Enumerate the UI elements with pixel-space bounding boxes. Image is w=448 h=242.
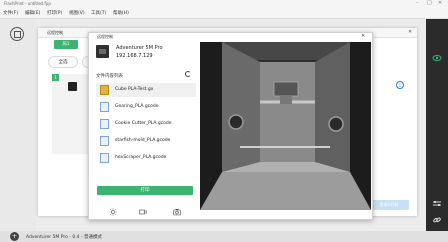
device-dialog-title: 远程控制 xyxy=(97,34,113,39)
select-all-button[interactable]: 全选 xyxy=(48,56,78,68)
file-list-item[interactable]: starfish-mold_PLA.gcode xyxy=(96,134,196,148)
menu-edit[interactable]: 编辑(E) xyxy=(25,10,40,16)
file-list-title: 文件内容列表 xyxy=(96,74,123,79)
file-list-item[interactable]: hexScraper_PLA.gcode xyxy=(96,151,196,165)
printer-thumbnail xyxy=(68,82,77,91)
device-info-pane: Adventurer 5M Pro 192.168.7.129 文件内容列表 C… xyxy=(89,41,200,219)
background-dialog-title: 远程控制 xyxy=(47,30,63,35)
file-name: starfish-mold_PLA.gcode xyxy=(115,138,171,143)
printer-index-badge: 1 xyxy=(52,74,59,81)
snapshot-icon[interactable] xyxy=(173,208,181,216)
maximize-icon[interactable]: □ xyxy=(427,0,432,6)
add-printer-icon[interactable]: + xyxy=(10,232,19,241)
dialog-close-icon[interactable]: ✕ xyxy=(361,33,365,39)
printer-ip: 192.168.7.129 xyxy=(116,53,153,59)
gcode-file-icon xyxy=(100,153,109,163)
menu-tools[interactable]: 工具(T) xyxy=(91,10,106,16)
status-text: Adventurer 5M Pro - 0.4 - 普通模式 xyxy=(26,235,102,240)
gcode-file-icon xyxy=(100,102,109,112)
status-bar: + Adventurer 5M Pro - 0.4 - 普通模式 xyxy=(0,231,448,242)
gcode-file-icon xyxy=(100,136,109,146)
tab-printer[interactable]: 局1 xyxy=(54,40,78,49)
device-dialog: 远程控制 ✕ Adventurer 5M Pro 192.168.7.129 文… xyxy=(88,32,373,220)
send-gcode-button[interactable]: 发送G代码 xyxy=(369,200,409,210)
file-list-item[interactable]: Cube PLA-Test.gx xyxy=(96,83,196,97)
file-name: Cookie Cutter_PLA.gcode xyxy=(115,121,172,126)
file-list-item[interactable]: Cookie Cutter_PLA.gcode xyxy=(96,117,196,131)
right-sidebar xyxy=(426,19,448,231)
camera-feed xyxy=(200,42,371,210)
file-name: Cube PLA-Test.gx xyxy=(115,87,154,92)
file-list-item[interactable]: Gearing_PLA.gcode xyxy=(96,100,196,114)
close-window-icon[interactable]: ✕ xyxy=(438,0,442,6)
left-toolbar xyxy=(0,19,36,231)
eye-icon[interactable] xyxy=(432,53,442,63)
cube-thumbnail-icon xyxy=(100,85,109,95)
minimize-icon[interactable]: – xyxy=(416,0,419,6)
menu-bar: 文件(F) 编辑(E) 打印(P) 视图(V) 工具(T) 帮助(H) xyxy=(0,8,448,19)
gcode-file-icon xyxy=(100,119,109,129)
app-title: FlashPrint - untitled.fpp xyxy=(4,1,51,6)
menu-view[interactable]: 视图(V) xyxy=(69,10,85,16)
print-button[interactable]: 打印 xyxy=(97,186,193,195)
menu-help[interactable]: 帮助(H) xyxy=(113,10,129,16)
menu-print[interactable]: 打印(P) xyxy=(47,10,62,16)
printer-name: Adventurer 5M Pro xyxy=(116,45,163,51)
menu-file[interactable]: 文件(F) xyxy=(3,10,18,16)
info-icon[interactable]: i xyxy=(396,81,404,89)
light-icon[interactable] xyxy=(109,208,117,216)
title-bar: FlashPrint - untitled.fpp – □ ✕ xyxy=(0,0,448,8)
file-name: Gearing_PLA.gcode xyxy=(115,104,159,109)
link-icon[interactable] xyxy=(432,215,442,225)
close-icon[interactable]: ✕ xyxy=(408,29,412,35)
refresh-icon[interactable] xyxy=(185,71,191,77)
object-view-icon[interactable] xyxy=(10,27,24,41)
printer-icon xyxy=(96,45,109,58)
settings-sliders-icon[interactable] xyxy=(432,199,442,209)
file-name: hexScraper_PLA.gcode xyxy=(115,155,167,160)
camera-icon[interactable] xyxy=(139,208,147,216)
device-dialog-header: 远程控制 ✕ xyxy=(89,33,372,41)
